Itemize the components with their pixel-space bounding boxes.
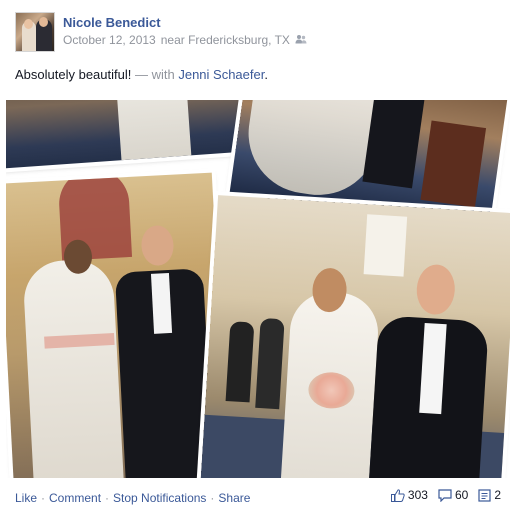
photo-4-groom-head: [415, 263, 457, 316]
post-card: Nicole Benedict October 12, 2013 near Fr…: [0, 0, 516, 518]
friends-icon[interactable]: [295, 33, 307, 47]
comment-count[interactable]: 60: [438, 488, 468, 502]
like-link[interactable]: Like: [15, 491, 37, 505]
post-footer: Like · Comment · Stop Notifications · Sh…: [0, 478, 516, 518]
tagged-user-link[interactable]: Jenni Schaefer: [178, 67, 264, 82]
like-count[interactable]: 303: [390, 488, 428, 502]
post-actions: Like · Comment · Stop Notifications · Sh…: [15, 491, 250, 505]
photo-4-guest: [225, 321, 255, 403]
share-count[interactable]: 2: [478, 488, 501, 502]
separator: ·: [41, 491, 46, 505]
photo-3-shirt: [150, 272, 173, 334]
share-icon: [478, 488, 491, 502]
photo-collage[interactable]: [6, 100, 510, 478]
collage-photo-1[interactable]: [6, 100, 252, 169]
comment-link[interactable]: Comment: [49, 491, 101, 505]
comment-count-value: 60: [454, 488, 469, 502]
photo-4-guest: [255, 317, 285, 410]
collage-photo-3[interactable]: [6, 172, 228, 478]
author-avatar[interactable]: [15, 12, 55, 52]
photo-2-suit: [362, 100, 428, 189]
comment-bubble-icon: [438, 488, 452, 502]
collage-photo-4[interactable]: [200, 195, 510, 478]
separator: ·: [105, 491, 110, 505]
separator: ·: [210, 491, 215, 505]
stop-notifications-link[interactable]: Stop Notifications: [113, 491, 206, 505]
avatar-face-left: [24, 19, 33, 29]
photo-3-groom-head: [140, 224, 175, 267]
thumbs-up-icon: [390, 488, 405, 502]
photo-4-window: [363, 214, 408, 277]
caption-text: Absolutely beautiful!: [15, 67, 132, 82]
photo-2-altar: [420, 120, 487, 208]
like-count-value: 303: [407, 488, 428, 502]
share-link[interactable]: Share: [218, 491, 250, 505]
photo-3-bride: [22, 257, 125, 478]
photo-1-dress: [114, 100, 192, 161]
caption-with: — with: [134, 67, 175, 82]
engagement-counts: 303 60 2: [390, 488, 501, 502]
post-location-link[interactable]: near Fredericksburg, TX: [161, 33, 290, 47]
share-count-value: 2: [494, 488, 501, 502]
post-date-link[interactable]: October 12, 2013: [63, 33, 156, 47]
post-meta: October 12, 2013 near Fredericksburg, TX: [63, 33, 307, 47]
post-caption: Absolutely beautiful! — with Jenni Schae…: [15, 67, 268, 82]
caption-period: .: [264, 67, 268, 82]
author-name-link[interactable]: Nicole Benedict: [63, 15, 161, 30]
avatar-face-right: [39, 17, 48, 27]
